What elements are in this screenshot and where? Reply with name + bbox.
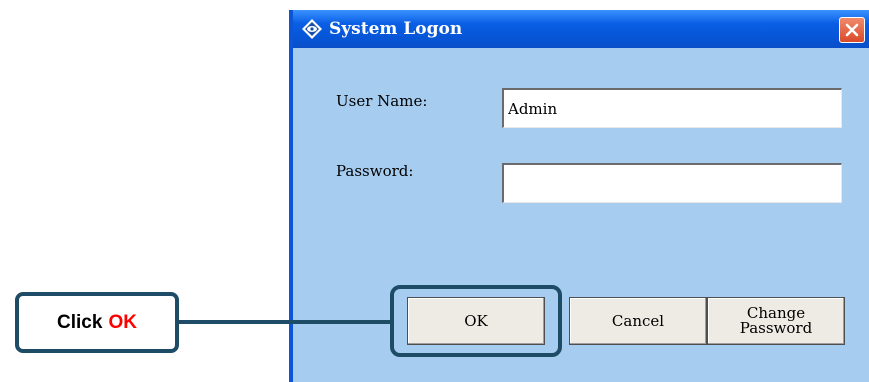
username-label: User Name: xyxy=(336,92,428,110)
callout-prefix: Click xyxy=(57,311,103,333)
ok-button-highlight xyxy=(390,285,562,357)
title-bar[interactable]: System Logon xyxy=(293,10,869,48)
password-label: Password: xyxy=(336,162,414,180)
change-password-button[interactable]: Change Password xyxy=(707,297,845,345)
password-input[interactable] xyxy=(502,163,842,203)
system-logon-dialog: System Logon User Name: Password: OK Can… xyxy=(289,10,869,382)
callout-highlight: OK xyxy=(108,311,137,333)
change-password-line2: Password xyxy=(739,319,813,337)
click-ok-callout: Click OK xyxy=(15,292,179,353)
dialog-title: System Logon xyxy=(329,19,463,39)
cancel-button[interactable]: Cancel xyxy=(569,297,707,345)
close-button[interactable] xyxy=(839,17,865,43)
callout-connector-line xyxy=(179,320,391,324)
username-input[interactable] xyxy=(502,88,842,128)
diamond-logo-icon xyxy=(302,19,322,39)
close-x-icon xyxy=(845,23,859,37)
